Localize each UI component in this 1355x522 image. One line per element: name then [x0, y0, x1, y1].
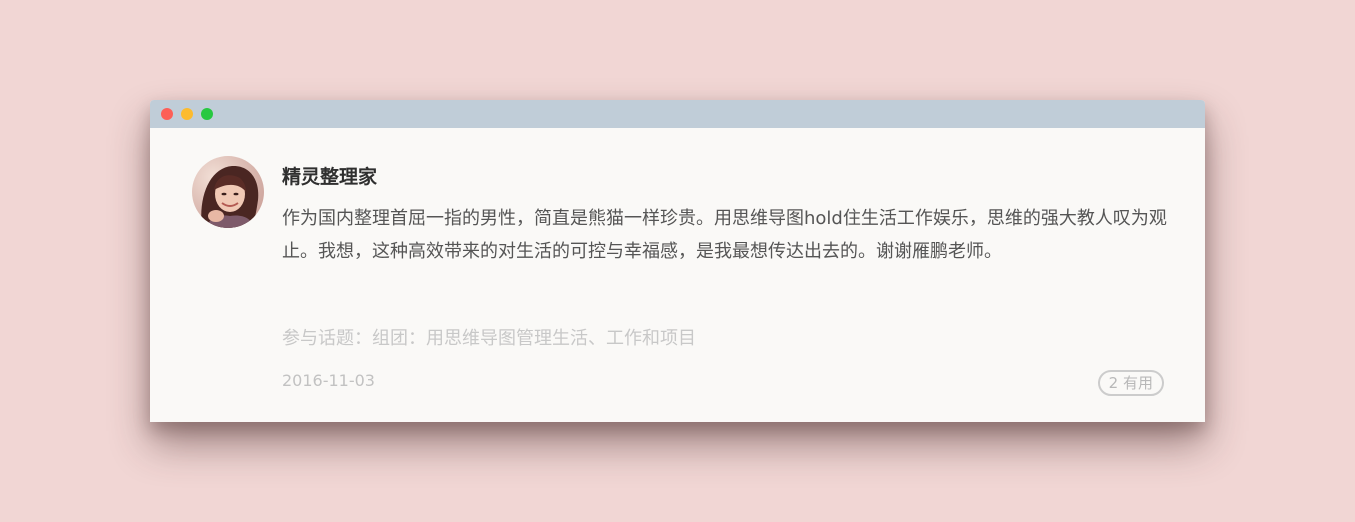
comment-text: 作为国内整理首屈一指的男性，简直是熊猫一样珍贵。用思维导图hold住生活工作娱乐… — [282, 208, 1167, 262]
window-titlebar — [150, 100, 1205, 128]
useful-label: 有用 — [1122, 374, 1153, 392]
close-window-button[interactable] — [161, 108, 173, 120]
author-name[interactable]: 精灵整理家 — [282, 163, 377, 191]
comment-date: 2016-11-03 — [282, 371, 375, 390]
minimize-window-button[interactable] — [181, 108, 193, 120]
maximize-window-button[interactable] — [201, 108, 213, 120]
avatar-photo-icon — [192, 156, 264, 228]
avatar[interactable] — [192, 156, 264, 228]
topic-link[interactable]: 参与话题：组团：用思维导图管理生活、工作和项目 — [282, 324, 696, 354]
comment-window: 精灵整理家 作为国内整理首屈一指的男性，简直是熊猫一样珍贵。用思维导图hold住… — [150, 100, 1205, 422]
useful-button[interactable]: 2 有用 — [1097, 370, 1164, 396]
useful-count: 2 — [1108, 374, 1119, 392]
